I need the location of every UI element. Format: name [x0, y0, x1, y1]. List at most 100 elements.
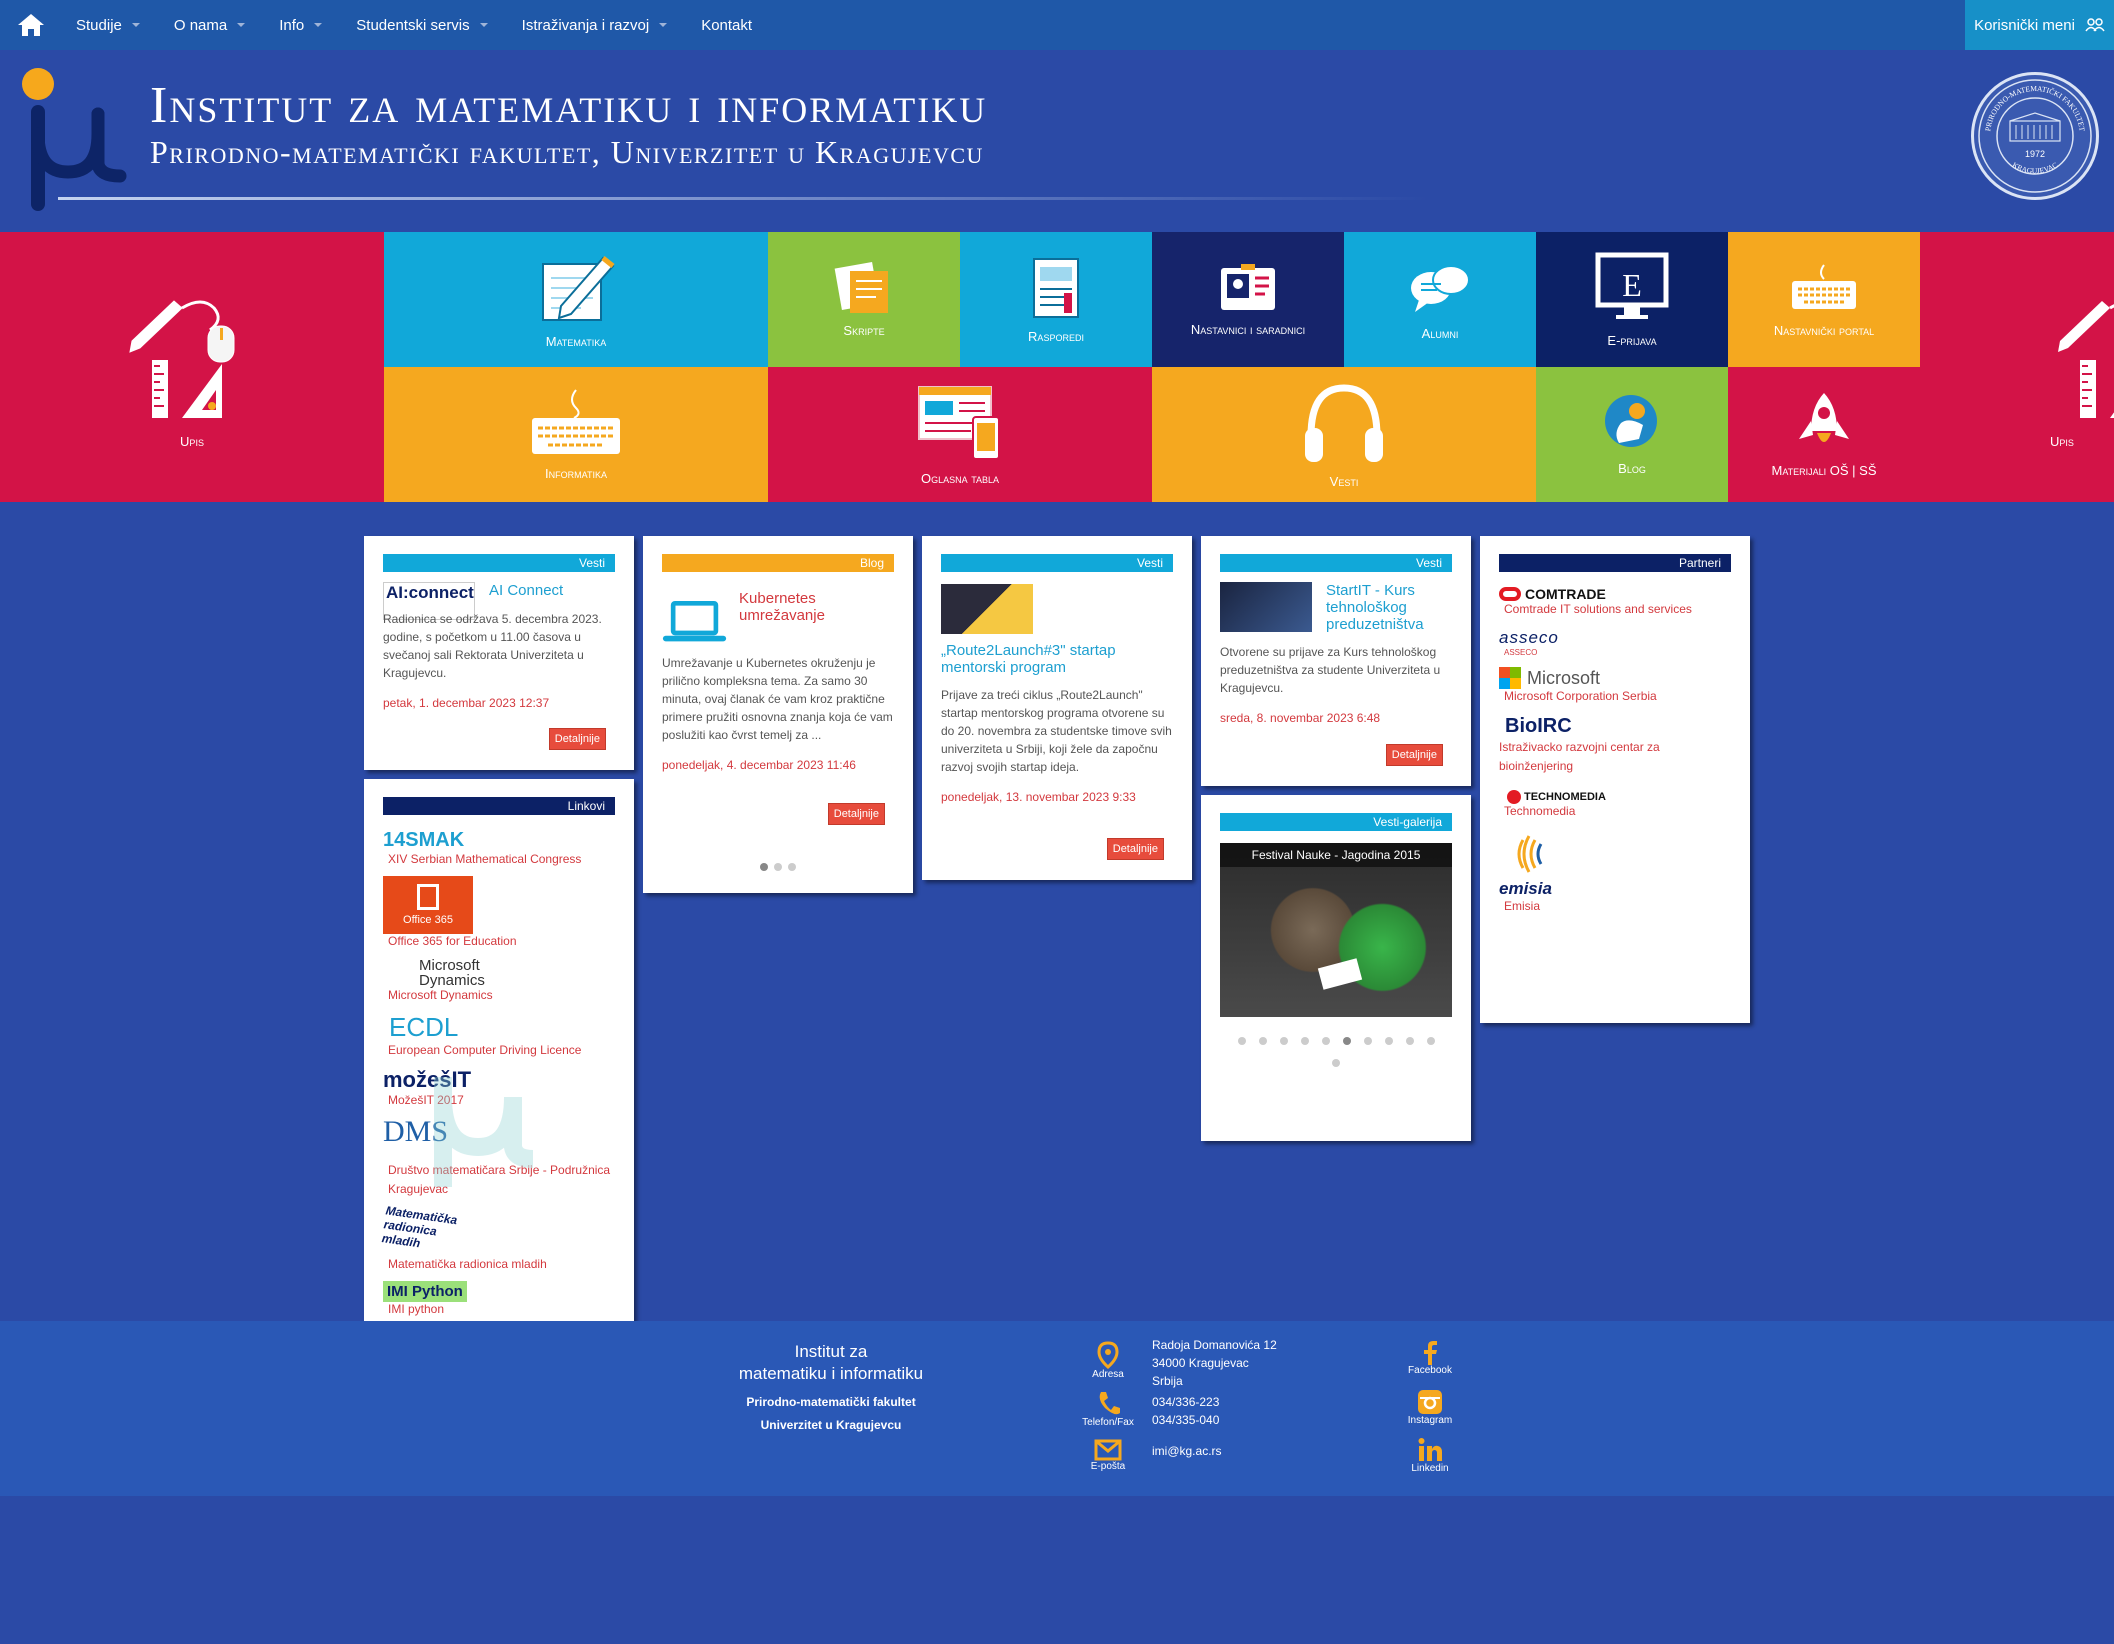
carousel-dot[interactable] — [1426, 1037, 1435, 1045]
partner-emisia[interactable]: emisia Emisia — [1499, 832, 1731, 913]
gallery-caption: Festival Nauke - Jagodina 2015 — [1220, 843, 1452, 867]
tile-label: Upis — [2050, 433, 2074, 449]
tile-upis-right[interactable]: Upis — [1920, 232, 2114, 502]
tile-label: Informatika — [545, 466, 607, 481]
chevron-down-icon — [237, 23, 246, 27]
nav-item-kontakt[interactable]: Kontakt — [687, 0, 772, 50]
link-label[interactable]: IMI python — [388, 1302, 615, 1316]
tile-nastavnicki-portal[interactable]: Nastavnički portal — [1728, 232, 1920, 367]
carousel-dot[interactable] — [760, 863, 768, 871]
route2launch-thumbnail[interactable] — [941, 584, 1033, 634]
microsoft-logo-text: Microsoft — [1527, 667, 1601, 688]
instagram-link[interactable]: Instagram — [1402, 1389, 1458, 1426]
chevron-down-icon — [659, 23, 668, 27]
partner-label[interactable]: Istraživacko razvojni centar za bioinžen… — [1499, 738, 1731, 776]
card-category-bar: Vesti-galerija — [1220, 813, 1452, 831]
link-label[interactable]: Matematička radionica mladih — [388, 1257, 615, 1271]
card-title[interactable]: „Route2Launch#3" startap mentorski progr… — [941, 642, 1173, 676]
carousel-dot[interactable] — [788, 863, 796, 871]
link-14smak[interactable]: 14SMAK XIV Serbian Mathematical Congress — [383, 829, 615, 866]
home-icon — [18, 14, 44, 36]
home-link[interactable] — [0, 0, 62, 50]
linkedin-link[interactable]: Linkedin — [1402, 1437, 1458, 1474]
partners-card: Partneri COMTRADE Comtrade IT solutions … — [1480, 536, 1750, 1023]
carousel-dot[interactable] — [1300, 1037, 1309, 1045]
card-title[interactable]: Kubernetes umrežavanje — [739, 590, 894, 624]
imi-logo[interactable] — [20, 64, 140, 214]
nav-item-o-nama[interactable]: O nama — [160, 0, 265, 50]
carousel-dot[interactable] — [1237, 1037, 1246, 1045]
tile-vesti[interactable]: Vesti — [1152, 367, 1536, 502]
nav-item-studentski-servis[interactable]: Studentski servis — [342, 0, 507, 50]
details-button[interactable]: Detaljnije — [1385, 744, 1443, 766]
link-label[interactable]: Office 365 for Education — [388, 934, 615, 948]
partner-label[interactable]: Technomedia — [1504, 804, 1731, 818]
tile-oglasna-tabla[interactable]: Oglasna tabla — [768, 367, 1152, 502]
partner-bioirc[interactable]: BioIRC Istraživacko razvojni centar za b… — [1499, 715, 1731, 776]
link-label[interactable]: Microsoft Dynamics — [388, 988, 615, 1002]
startit-thumbnail[interactable] — [1220, 582, 1312, 632]
partner-comtrade[interactable]: COMTRADE Comtrade IT solutions and servi… — [1499, 586, 1731, 616]
footer-email[interactable]: imi@kg.ac.rs — [1152, 1442, 1222, 1460]
partner-label[interactable]: ASSECO — [1504, 648, 1731, 657]
svg-text:e: e — [1622, 255, 1642, 306]
tile-eprijava[interactable]: e E-prijava — [1536, 232, 1728, 367]
footer-phone2[interactable]: 034/335-040 — [1152, 1411, 1219, 1429]
link-imi-python[interactable]: IMI Python IMI python — [383, 1281, 615, 1316]
tile-informatika[interactable]: Informatika — [384, 367, 768, 502]
gallery-image[interactable]: Festival Nauke - Jagodina 2015 — [1220, 843, 1452, 1017]
envelope-icon — [1094, 1439, 1122, 1461]
tile-blog[interactable]: Blog — [1536, 367, 1728, 502]
nav-item-studije[interactable]: Studije — [62, 0, 160, 50]
carousel-dot[interactable] — [1258, 1037, 1267, 1045]
partner-microsoft[interactable]: Microsoft Microsoft Corporation Serbia — [1499, 667, 1731, 703]
site-title: Institut za matematiku i informatiku — [150, 77, 988, 134]
link-ms-dynamics[interactable]: Microsoft Dynamics Microsoft Dynamics — [383, 958, 615, 1002]
link-label[interactable]: XIV Serbian Mathematical Congress — [388, 852, 615, 866]
tile-alumni[interactable]: Alumni — [1344, 232, 1536, 367]
details-button[interactable]: Detaljnije — [548, 728, 606, 750]
office-icon — [417, 884, 439, 910]
carousel-dot[interactable] — [1405, 1037, 1414, 1045]
carousel-dots — [643, 863, 913, 871]
nav-item-istrazivanja[interactable]: Istraživanja i razvoj — [508, 0, 688, 50]
partner-technomedia[interactable]: TECHNOMEDIA Technomedia — [1499, 790, 1731, 818]
carousel-dot[interactable] — [1342, 1037, 1351, 1045]
tile-matematika[interactable]: Matematika — [384, 232, 768, 367]
facebook-link[interactable]: Facebook — [1402, 1341, 1458, 1376]
schedule-icon — [1033, 258, 1079, 318]
carousel-dot[interactable] — [1332, 1059, 1340, 1067]
partner-label[interactable]: Emisia — [1504, 899, 1731, 913]
partner-asseco[interactable]: asseco ASSECO — [1499, 628, 1731, 657]
footer-address-line1: Radoja Domanovića 12 — [1152, 1338, 1277, 1352]
links-card: Linkovi 14SMAK XIV Serbian Mathematical … — [364, 779, 634, 1415]
carousel-dot[interactable] — [774, 863, 782, 871]
notebook-pencil-icon — [542, 256, 615, 321]
tile-rasporedi[interactable]: Rasporedi — [960, 232, 1152, 367]
tile-upis[interactable]: Upis — [0, 232, 384, 502]
carousel-dot[interactable] — [1363, 1037, 1372, 1045]
carousel-dot[interactable] — [1279, 1037, 1288, 1045]
link-radionica[interactable]: Matematička radionica mladih Matematička… — [381, 1203, 615, 1271]
details-button[interactable]: Detaljnije — [827, 803, 885, 825]
user-menu-button[interactable]: Korisnički meni — [1965, 0, 2114, 50]
tile-skripte[interactable]: Skripte — [768, 232, 960, 367]
tile-materijali[interactable]: Materijali OŠ | SŠ — [1728, 367, 1920, 502]
nav-item-info[interactable]: Info — [265, 0, 342, 50]
card-header: StartIT - Kurs tehnološkog preduzetništv… — [1220, 582, 1452, 633]
footer-phone1[interactable]: 034/336-223 — [1152, 1393, 1219, 1411]
partners-list: COMTRADE Comtrade IT solutions and servi… — [1499, 586, 1731, 913]
card-category-bar: Blog — [662, 554, 894, 572]
link-office365[interactable]: Office 365 Office 365 for Education — [383, 876, 615, 948]
card-category-bar: Vesti — [1220, 554, 1452, 572]
footer-faculty-line1: Prirodno-matematički fakultet — [746, 1395, 916, 1409]
carousel-dot[interactable] — [1321, 1037, 1330, 1045]
details-button[interactable]: Detaljnije — [1106, 838, 1164, 860]
card-title[interactable]: StartIT - Kurs tehnološkog preduzetništv… — [1326, 582, 1452, 633]
footer-address-line2: 34000 Kragujevac — [1152, 1356, 1249, 1370]
partner-label[interactable]: Comtrade IT solutions and services — [1504, 602, 1731, 616]
partner-label[interactable]: Microsoft Corporation Serbia — [1504, 689, 1731, 703]
tile-nastavnici[interactable]: Nastavnici i saradnici — [1152, 232, 1344, 367]
carousel-dot[interactable] — [1384, 1037, 1393, 1045]
laptop-icon[interactable] — [662, 590, 727, 650]
